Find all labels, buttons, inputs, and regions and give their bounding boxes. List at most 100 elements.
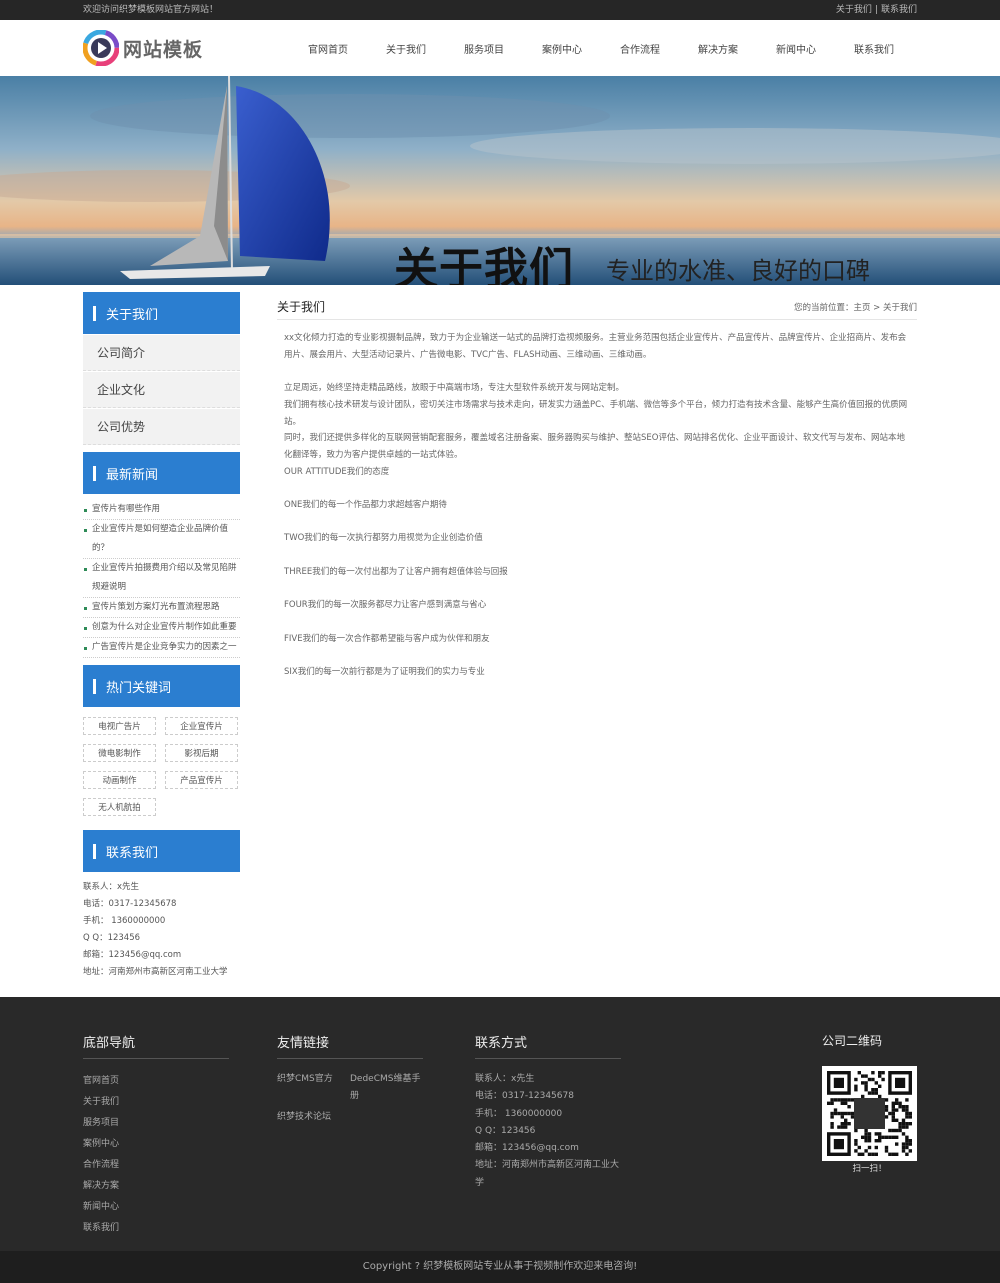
header-bar-icon — [93, 465, 96, 481]
nav-contact[interactable]: 联系我们 — [835, 41, 913, 56]
breadcrumb: 您的当前位置：主页 > 关于我们 — [793, 302, 917, 313]
logo[interactable]: 网站模板 — [82, 29, 283, 67]
sidebar-contact-header: 联系我们 — [83, 830, 240, 872]
top-link-separator: | — [874, 5, 878, 15]
nav-news[interactable]: 新闻中心 — [757, 41, 835, 56]
footer-nav-contact[interactable]: 联系我们 — [83, 1218, 229, 1239]
nav-services[interactable]: 服务项目 — [445, 41, 523, 56]
nav-about[interactable]: 关于我们 — [367, 41, 445, 56]
footer-nav-cases[interactable]: 案例中心 — [83, 1134, 229, 1155]
contact-phone: 电话：0317-12345678 — [83, 899, 177, 909]
keyword-tag[interactable]: 动画制作 — [83, 771, 156, 789]
sidebar-item-culture[interactable]: 企业文化 — [83, 372, 240, 408]
footer-nav-title: 底部导航 — [83, 1032, 229, 1059]
content-area: 关于我们 您的当前位置：主页 > 关于我们 xx文化倾力打造的专业影视摄制品牌，… — [277, 292, 917, 997]
footer-contact-address: 地址：河南郑州市高新区河南工业大学 — [475, 1160, 620, 1188]
footer-contact-title: 联系方式 — [475, 1032, 621, 1059]
nav-cases[interactable]: 案例中心 — [523, 41, 601, 56]
footer-nav-solutions[interactable]: 解决方案 — [83, 1176, 229, 1197]
article-paragraph: OUR ATTITUDE我们的态度 — [284, 466, 390, 477]
article-paragraph: xx文化倾力打造的专业影视摄制品牌，致力于为企业输送一站式的品牌打造视频服务。主… — [284, 333, 907, 360]
footer-contact-phone: 电话：0317-12345678 — [475, 1091, 574, 1102]
header-bar-icon — [93, 305, 96, 321]
footer-nav-home[interactable]: 官网首页 — [83, 1071, 229, 1092]
article-paragraph: TWO我们的每一次执行都努力用视觉为企业创造价值 — [284, 533, 483, 544]
footer-contact-person: 联系人：x先生 — [475, 1074, 535, 1084]
sidebar-news-title: 最新新闻 — [106, 467, 159, 483]
keyword-tag[interactable]: 企业宣传片 — [165, 717, 238, 735]
site-footer: 底部导航 官网首页 关于我们 服务项目 案例中心 合作流程 解决方案 新闻中心 … — [0, 997, 1000, 1251]
nav-solutions[interactable]: 解决方案 — [679, 41, 757, 56]
contact-address: 地址：河南郑州市高新区河南工业大学 — [83, 967, 228, 977]
news-item[interactable]: 企业宣传片是如何塑造企业品牌价值的？ — [83, 520, 240, 559]
news-item[interactable]: 广告宣传片是企业竞争实力的因素之一 — [83, 638, 240, 658]
main-area: 关于我们 公司简介 企业文化 公司优势 最新新闻 宣传片有哪些作用 企业宣传片是… — [83, 285, 917, 997]
sidebar-about-header: 关于我们 — [83, 292, 240, 334]
contact-email: 邮箱：123456@qq.com — [83, 950, 182, 960]
contact-qq: Q Q：123456 — [83, 933, 141, 943]
article-paragraph: FOUR我们的每一次服务都尽力让客户感到满意与省心 — [284, 600, 487, 611]
copyright-bar: Copyright ? 织梦模板网站专业从事于视频制作欢迎来电咨询! — [0, 1251, 1000, 1283]
footer-contact-mobile: 手机： 1360000000 — [475, 1108, 563, 1119]
sidebar-news-header: 最新新闻 — [83, 452, 240, 494]
footer-contact: 联系方式 联系人：x先生 电话：0317-12345678 手机： 136000… — [475, 1032, 625, 1192]
article-paragraph: ONE我们的每一个作品都力求超越客户期待 — [284, 500, 447, 510]
footer-contact-email: 邮箱：123456@qq.com — [475, 1143, 579, 1154]
keyword-tag[interactable]: 微电影制作 — [83, 744, 156, 762]
footer-nav-services[interactable]: 服务项目 — [83, 1113, 229, 1134]
contact-person: 联系人：x先生 — [83, 882, 140, 892]
article-paragraph: FIVE我们的每一次合作都希望能与客户成为伙伴和朋友 — [284, 633, 490, 644]
article-paragraph: SIX我们的每一次前行都是为了证明我们的实力与专业 — [284, 666, 485, 677]
logo-text: 网站模板 — [123, 38, 204, 61]
hero-banner: 关于我们 专业的水准、良好的口碑 — [0, 76, 1000, 285]
top-bar: 欢迎访问织梦模板网站官方网站！ 关于我们 | 联系我们 — [0, 0, 1000, 20]
friend-link[interactable]: 织梦技术论坛 — [277, 1109, 350, 1126]
sidebar-about-menu: 公司简介 企业文化 公司优势 — [83, 335, 240, 445]
banner-title: 关于我们 — [394, 244, 574, 285]
nav-process[interactable]: 合作流程 — [601, 41, 679, 56]
keyword-tag[interactable]: 电视广告片 — [83, 717, 156, 735]
footer-friend-links: 友情链接 织梦CMS官方 DedeCMS维基手册 织梦技术论坛 — [277, 1032, 427, 1130]
friend-link[interactable]: DedeCMS维基手册 — [350, 1071, 423, 1105]
keyword-tags: 电视广告片 企业宣传片 微电影制作 影视后期 动画制作 产品宣传片 无人机航拍 — [83, 707, 240, 818]
sidebar-contact-info: 联系人：x先生 电话：0317-12345678 手机： 1360000000 … — [83, 872, 240, 981]
news-item[interactable]: 宣传片策划方案灯光布置流程思路 — [83, 598, 240, 618]
footer-contact-qq: Q Q：123456 — [475, 1125, 536, 1136]
keyword-tag[interactable]: 影视后期 — [165, 744, 238, 762]
sidebar-item-advantage[interactable]: 公司优势 — [83, 409, 240, 445]
friend-link[interactable]: 织梦CMS官方 — [277, 1071, 350, 1105]
article-paragraph: 同时，我们还提供多样化的互联网营销配套服务，覆盖域名注册备案、服务器购买与维护、… — [284, 433, 905, 460]
header-bar-icon — [93, 843, 96, 859]
keyword-tag[interactable]: 无人机航拍 — [83, 798, 156, 816]
qrcode-image — [822, 1066, 917, 1161]
keyword-tag[interactable]: 产品宣传片 — [165, 771, 238, 789]
article-paragraph: THREE我们的每一次付出都为了让客户拥有超值体验与回报 — [284, 566, 508, 577]
content-header: 关于我们 您的当前位置：主页 > 关于我们 — [277, 292, 917, 320]
sidebar-about-title: 关于我们 — [106, 307, 159, 323]
nav-home[interactable]: 官网首页 — [289, 41, 367, 56]
main-nav: 官网首页 关于我们 服务项目 案例中心 合作流程 解决方案 新闻中心 联系我们 — [289, 41, 913, 56]
sidebar-item-intro[interactable]: 公司简介 — [83, 335, 240, 371]
qrcode-caption: 扫一扫！ — [852, 1164, 887, 1174]
top-contact-link[interactable]: 联系我们 — [881, 5, 917, 15]
news-item[interactable]: 创意为什么对企业宣传片制作如此重要 — [83, 618, 240, 638]
top-links: 关于我们 | 联系我们 — [836, 0, 917, 20]
logo-play-icon — [82, 29, 120, 67]
footer-nav-process[interactable]: 合作流程 — [83, 1155, 229, 1176]
top-about-link[interactable]: 关于我们 — [836, 5, 872, 15]
news-item[interactable]: 企业宣传片拍摄费用介绍以及常见陷阱规避说明 — [83, 559, 240, 598]
qrcode-title: 公司二维码 — [822, 1034, 883, 1048]
welcome-text: 欢迎访问织梦模板网站官方网站！ — [83, 5, 219, 15]
footer-nav-about[interactable]: 关于我们 — [83, 1092, 229, 1113]
news-list: 宣传片有哪些作用 企业宣传片是如何塑造企业品牌价值的？ 企业宣传片拍摄费用介绍以… — [83, 494, 240, 658]
footer-nav-news[interactable]: 新闻中心 — [83, 1197, 229, 1218]
article-paragraph: 立足周远，始终坚持走精品路线，放眼于中高端市场，专注大型软件系统开发与网站定制。 — [284, 383, 625, 394]
contact-mobile: 手机： 1360000000 — [83, 916, 166, 926]
news-item[interactable]: 宣传片有哪些作用 — [83, 500, 240, 520]
article-body: xx文化倾力打造的专业影视摄制品牌，致力于为企业输送一站式的品牌打造视频服务。主… — [277, 320, 917, 681]
